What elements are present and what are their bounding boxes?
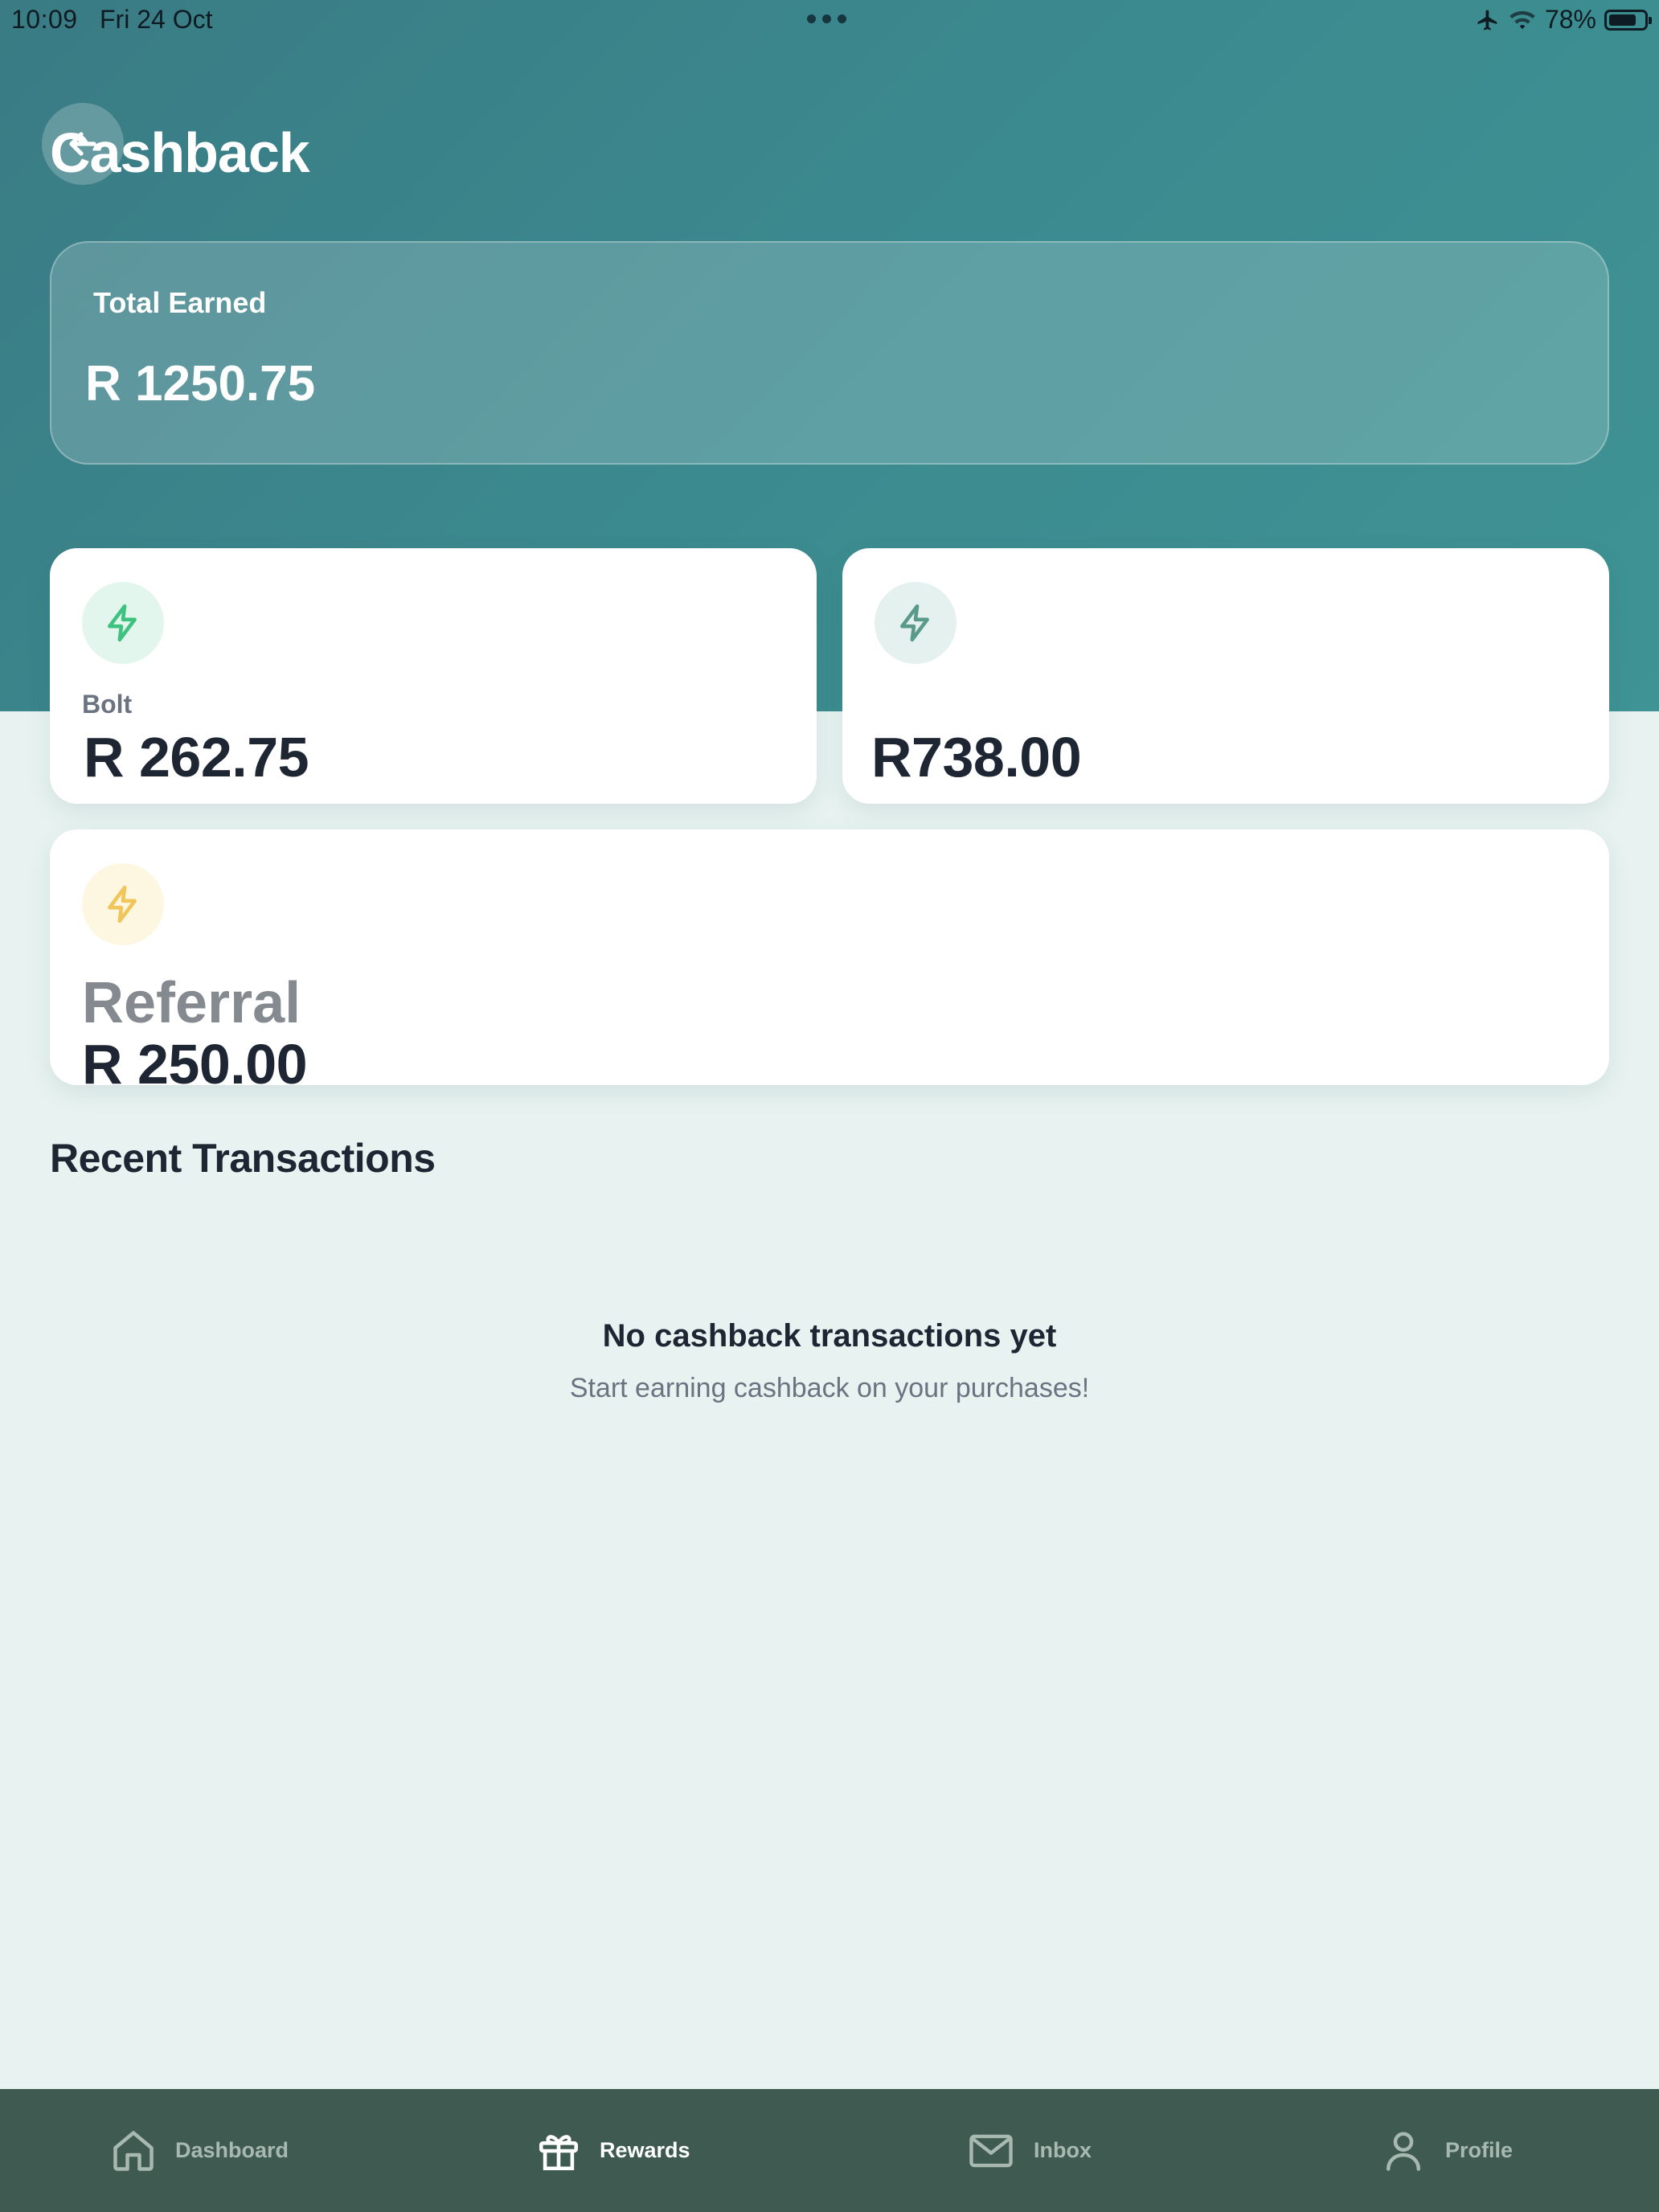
bolt-value: R 262.75 xyxy=(84,726,309,789)
bolt-cashback-card[interactable]: Bolt R 262.75 xyxy=(50,548,817,804)
total-earned-value: R 1250.75 xyxy=(85,356,316,412)
referral-value: R 250.00 xyxy=(82,1033,308,1096)
battery-percent: 78% xyxy=(1544,5,1596,34)
tab-dashboard[interactable]: Dashboard xyxy=(109,2089,289,2212)
cashback-card[interactable]: R738.00 xyxy=(842,548,1609,804)
total-earned-label: Total Earned xyxy=(93,286,267,319)
bolt-icon-badge xyxy=(82,582,164,664)
referral-cashback-card[interactable]: Referral R 250.00 xyxy=(50,830,1609,1096)
user-icon xyxy=(1387,2132,1420,2171)
tab-inbox[interactable]: Inbox xyxy=(966,2089,1092,2212)
bottom-tab-bar: Dashboard Rewards Inbox Profile xyxy=(0,2089,1659,2212)
status-indicators: 78% xyxy=(1476,5,1652,35)
lightning-icon xyxy=(108,604,137,642)
status-bar: 10:09 Fri 24 Oct 78% xyxy=(0,0,1659,42)
mail-icon xyxy=(969,2134,1013,2167)
tab-dashboard-label: Dashboard xyxy=(175,2138,289,2162)
status-time: 10:09 xyxy=(11,5,78,34)
multitasking-dots-icon[interactable] xyxy=(807,14,846,23)
tab-profile[interactable]: Profile xyxy=(1379,2089,1513,2212)
tab-rewards-label: Rewards xyxy=(600,2138,690,2162)
referral-label: Referral xyxy=(82,971,301,1035)
total-earned-card: Total Earned R 1250.75 xyxy=(50,241,1609,465)
battery-icon xyxy=(1604,9,1652,31)
empty-state-title: No cashback transactions yet xyxy=(602,1318,1057,1354)
empty-state-subtitle: Start earning cashback on your purchases… xyxy=(569,1373,1090,1403)
gift-icon xyxy=(539,2134,579,2170)
bolt-label: Bolt xyxy=(82,690,133,719)
lightning-icon xyxy=(900,604,929,642)
lightning-icon xyxy=(108,885,137,924)
tab-rewards[interactable]: Rewards xyxy=(535,2089,690,2212)
status-date: Fri 24 Oct xyxy=(100,5,213,34)
tab-profile-label: Profile xyxy=(1445,2138,1514,2162)
tab-inbox-label: Inbox xyxy=(1034,2138,1092,2162)
cashback-icon-badge xyxy=(875,582,956,664)
wifi-icon xyxy=(1509,10,1535,29)
cashback-value: R738.00 xyxy=(871,726,1082,789)
home-icon xyxy=(113,2130,154,2171)
referral-icon-badge xyxy=(82,863,164,945)
airplane-icon xyxy=(1477,10,1497,30)
page-title: Cashback xyxy=(50,121,310,184)
recent-transactions-title: Recent Transactions xyxy=(50,1136,436,1181)
